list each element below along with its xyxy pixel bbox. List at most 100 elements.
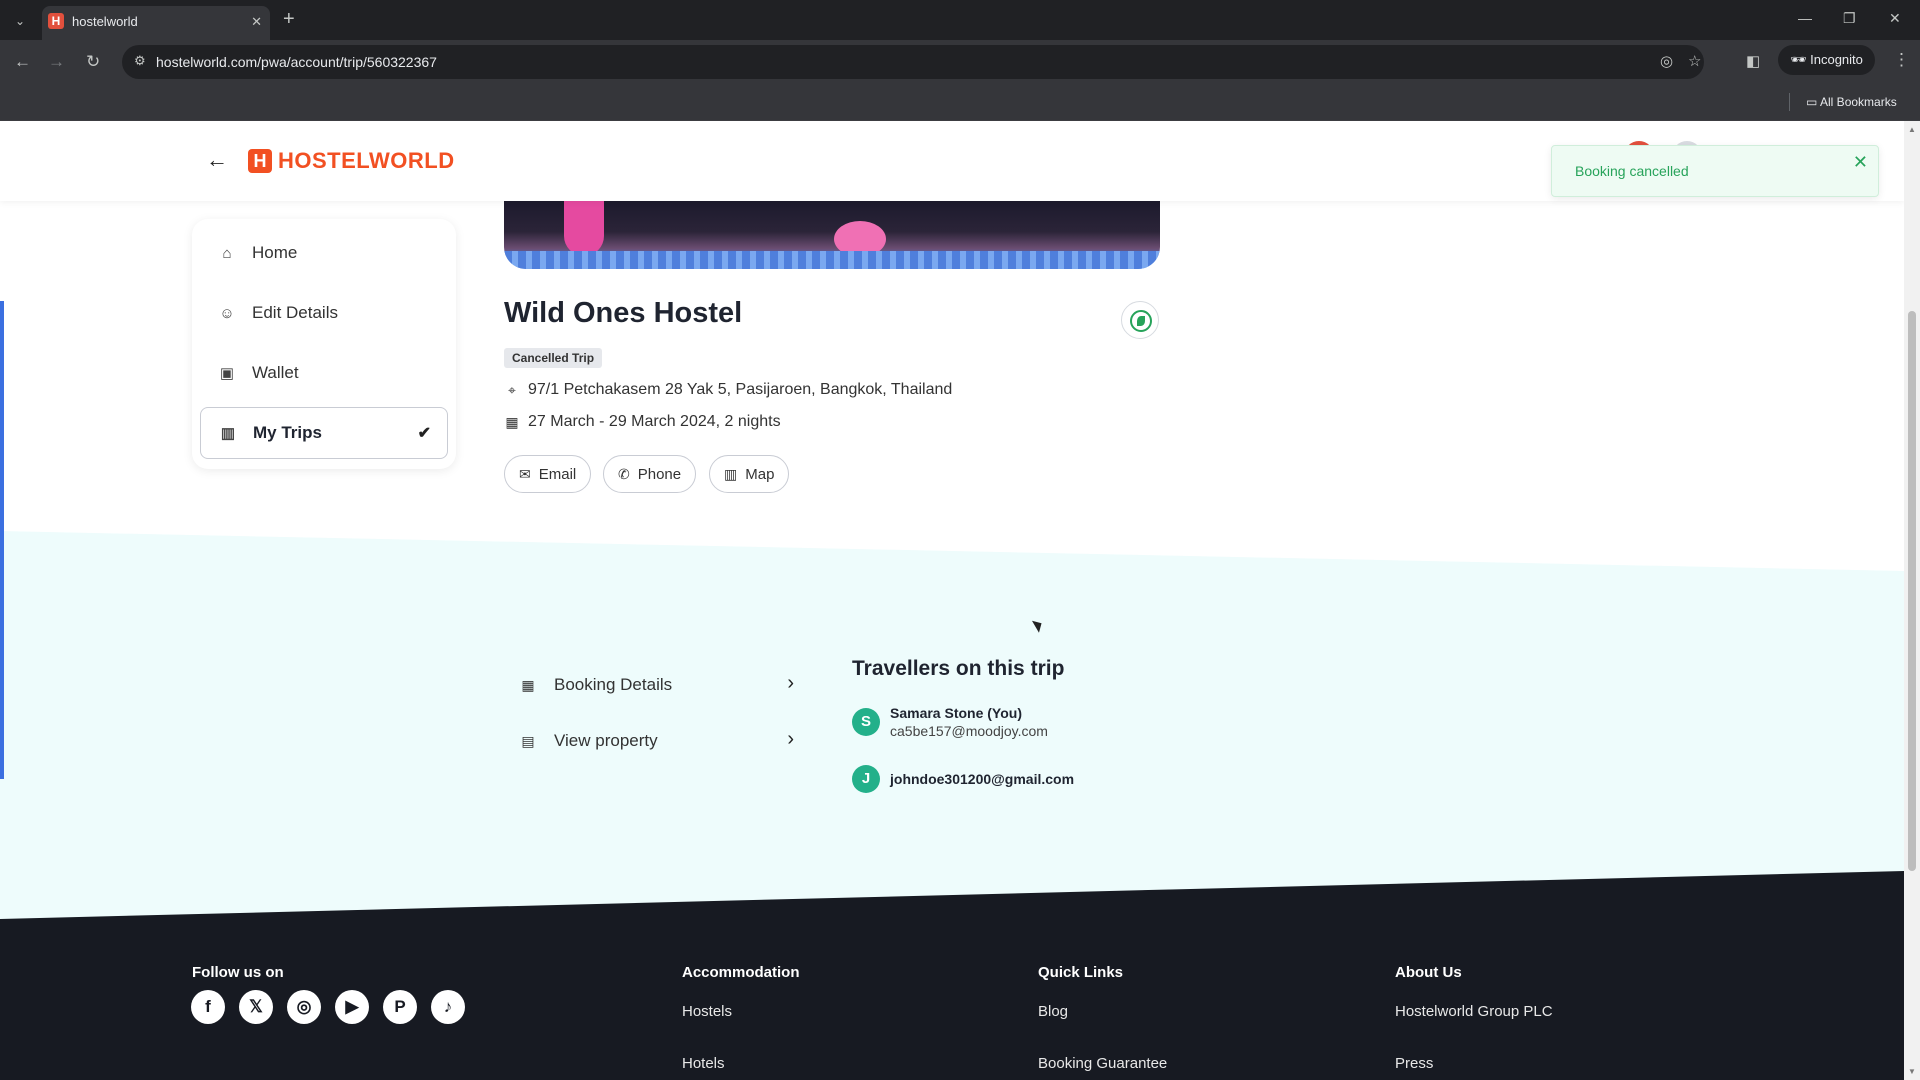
bookmarks-bar: ▭ All Bookmarks [0, 84, 1920, 121]
incognito-indicator[interactable]: 🕶 Incognito [1778, 45, 1875, 75]
back-arrow-icon[interactable]: ← [206, 147, 228, 173]
nav-item-label: Home [252, 243, 298, 262]
travellers-title: Travellers on this trip [852, 657, 1065, 680]
phone-button[interactable]: ✆ Phone [603, 455, 697, 493]
footer-link[interactable]: Press [1395, 1055, 1433, 1072]
trip-dates: ▦ 27 March - 29 March 2024, 2 nights [504, 413, 781, 431]
property-hero-image [504, 201, 1160, 269]
location-pin-icon: ⌖ [508, 381, 516, 398]
browser-tab-bar: ⌄ H hostelworld ✕ + — ❐ ✕ [0, 0, 1920, 40]
restore-icon[interactable]: ❐ [1843, 10, 1856, 27]
map-icon: ▥ [724, 465, 738, 482]
scroll-thumb[interactable] [1908, 311, 1916, 871]
eye-off-icon[interactable]: ◎ [1660, 52, 1673, 70]
page-scrollbar[interactable]: ▲ ▼ [1904, 121, 1920, 1080]
scroll-up-icon[interactable]: ▲ [1908, 125, 1916, 134]
all-bookmarks-button[interactable]: ▭ All Bookmarks [1806, 95, 1897, 109]
toast-close-icon[interactable]: ✕ [1853, 152, 1868, 173]
logo-text: HOSTELWORLD [278, 148, 455, 173]
browser-toolbar: ← → ↻ ⚙ hostelworld.com/pwa/account/trip… [0, 40, 1920, 84]
browser-menu-icon[interactable]: ⋮ [1893, 50, 1910, 70]
x-icon[interactable]: 𝕏 [239, 990, 273, 1024]
window-close-icon[interactable]: ✕ [1889, 10, 1901, 27]
dates-text: 27 March - 29 March 2024, 2 nights [528, 413, 781, 430]
footer-col-title: About Us [1395, 964, 1462, 981]
pinterest-icon[interactable]: P [383, 990, 417, 1024]
side-panel-icon[interactable]: ◧ [1746, 52, 1760, 70]
forward-icon[interactable]: → [48, 52, 65, 72]
footer-link[interactable]: Hotels [682, 1055, 725, 1072]
tab-close-icon[interactable]: ✕ [251, 14, 262, 30]
address-text: 97/1 Petchakasem 28 Yak 5, Pasijaroen, B… [528, 381, 953, 398]
sustainability-badge[interactable] [1121, 301, 1159, 339]
mail-icon: ✉ [519, 465, 531, 482]
status-badge: Cancelled Trip [504, 348, 603, 368]
calendar-icon: ▦ [505, 413, 519, 430]
address-bar[interactable]: ⚙ hostelworld.com/pwa/account/trip/56032… [122, 45, 1704, 79]
tab-search-icon[interactable]: ⌄ [10, 11, 30, 31]
link-label: Booking Details [554, 675, 673, 694]
building-icon: ▤ [521, 732, 535, 749]
user-icon: ☺ [219, 304, 235, 322]
leaf-icon [1130, 310, 1152, 332]
nav-item-label: Edit Details [252, 303, 338, 322]
chevron-right-icon: › [787, 728, 794, 750]
map-button[interactable]: ▥ Map [709, 455, 790, 493]
traveller-name: johndoe301200@gmail.com [890, 771, 1075, 787]
hero-decoration [564, 201, 604, 256]
footer-link[interactable]: Hostelworld Group PLC [1395, 1003, 1553, 1020]
email-button-label: Email [538, 465, 577, 483]
traveller-avatar: J [852, 765, 880, 793]
nav-item-edit-details[interactable]: ☺ Edit Details [200, 287, 448, 339]
property-name: Wild Ones Hostel [504, 297, 743, 329]
page-content: ← H HOSTELWORLD Booking cancelled ✕ ⌂ Ho… [0, 121, 1904, 1080]
traveller-email: ca5be157@moodjoy.com [890, 723, 1048, 739]
phone-button-label: Phone [637, 465, 682, 483]
new-tab-icon[interactable]: + [283, 8, 295, 31]
booking-details-link[interactable]: ▦ Booking Details › [520, 670, 794, 700]
calendar-icon: ▦ [521, 676, 535, 693]
tab-title: hostelworld [72, 14, 138, 29]
chevron-right-icon: › [787, 672, 794, 694]
account-side-nav: ⌂ Home ☺ Edit Details ▣ Wallet ▥ My Trip… [192, 219, 456, 469]
back-icon[interactable]: ← [14, 52, 31, 72]
url-text[interactable]: hostelworld.com/pwa/account/trip/5603223… [156, 54, 437, 70]
facebook-icon[interactable]: f [191, 990, 225, 1024]
footer-col-title: Accommodation [682, 964, 800, 981]
view-property-link[interactable]: ▤ View property › [520, 726, 794, 756]
nav-item-label: My Trips [253, 423, 322, 442]
minimize-icon[interactable]: — [1798, 10, 1812, 26]
email-button[interactable]: ✉ Email [504, 455, 592, 493]
footer-link[interactable]: Booking Guarantee [1038, 1055, 1167, 1072]
map-icon: ▥ [220, 425, 236, 442]
youtube-icon[interactable]: ▶ [335, 990, 369, 1024]
footer-link[interactable]: Blog [1038, 1003, 1068, 1020]
footer-link[interactable]: Hostels [682, 1003, 732, 1020]
nav-item-my-trips[interactable]: ▥ My Trips ✔ [200, 407, 448, 459]
footer-col-title: Quick Links [1038, 964, 1124, 981]
booking-cancelled-toast: Booking cancelled ✕ [1551, 145, 1879, 197]
traveller-name: Samara Stone (You) [890, 705, 1022, 721]
reload-icon[interactable]: ↻ [86, 52, 100, 72]
leaf-shape [1137, 316, 1145, 326]
browser-tab[interactable]: H hostelworld ✕ [42, 6, 270, 40]
phone-icon: ✆ [618, 465, 630, 482]
wallet-icon: ▣ [219, 365, 235, 382]
check-icon: ✔ [417, 425, 431, 442]
instagram-icon[interactable]: ◎ [287, 990, 321, 1024]
incognito-icon: 🕶 [1790, 52, 1811, 67]
nav-item-wallet[interactable]: ▣ Wallet [200, 347, 448, 399]
logo-mark: H [248, 149, 272, 173]
bookmarks-separator [1789, 93, 1790, 111]
nav-item-home[interactable]: ⌂ Home [200, 227, 448, 279]
hostelworld-logo[interactable]: H HOSTELWORLD [248, 147, 455, 175]
site-info-icon[interactable]: ⚙ [134, 53, 146, 69]
hero-decoration [504, 251, 1160, 269]
map-button-label: Map [745, 465, 775, 483]
traveller-item: J johndoe301200@gmail.com [852, 765, 1074, 793]
scroll-down-icon[interactable]: ▼ [1908, 1067, 1916, 1076]
star-icon[interactable]: ☆ [1688, 52, 1701, 70]
home-icon: ⌂ [222, 244, 232, 262]
traveller-avatar: S [852, 708, 880, 736]
tiktok-icon[interactable]: ♪ [431, 990, 465, 1024]
